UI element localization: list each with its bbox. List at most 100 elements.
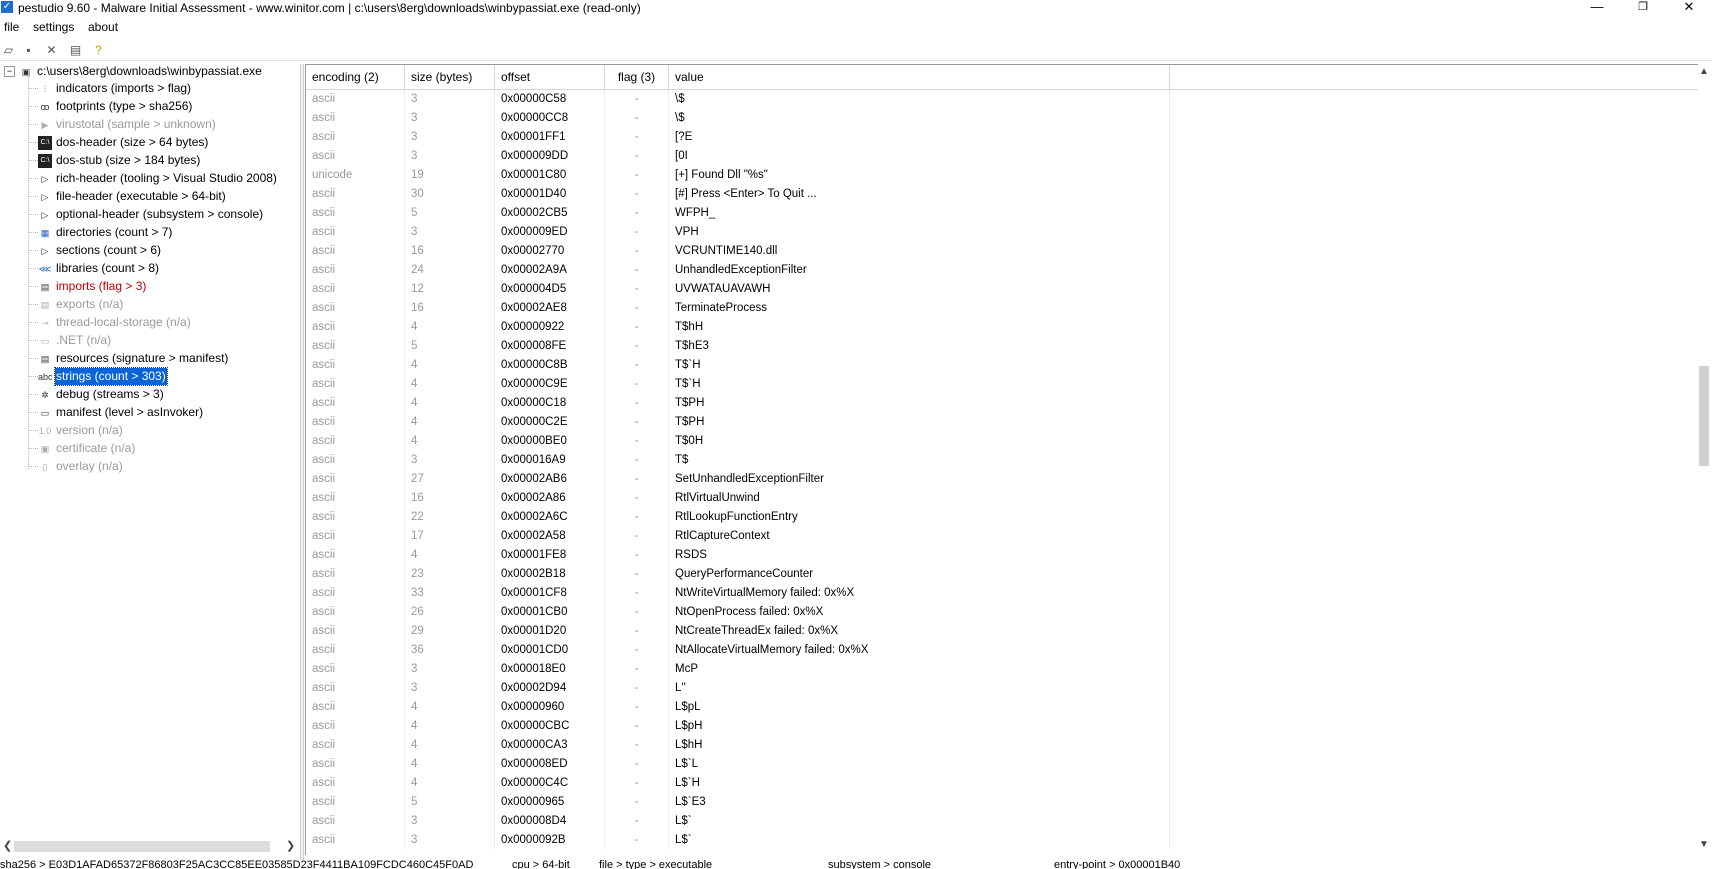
collapse-icon[interactable]: − bbox=[4, 66, 15, 78]
cell-flag: - bbox=[605, 261, 669, 280]
column-value[interactable]: value bbox=[669, 65, 1170, 89]
tree-item[interactable]: ▤ resources (signature > manifest) bbox=[28, 350, 229, 367]
tree-item[interactable]: abc strings (count > 303) bbox=[28, 367, 168, 386]
tree-item[interactable]: ▭ manifest (level > asInvoker) bbox=[28, 404, 204, 421]
table-row[interactable]: ascii 3 0x00000C58- \$ bbox=[306, 90, 1698, 109]
column-flag[interactable]: flag (3) bbox=[605, 65, 669, 89]
table-vertical-scrollbar[interactable]: ▲ ▼ bbox=[1696, 64, 1712, 854]
table-row[interactable]: ascii 36 0x00001CD0- NtAllocateVirtualMemor… bbox=[306, 641, 1698, 660]
tree-item[interactable]: ▷ sections (count > 6) bbox=[28, 242, 162, 259]
tree-item[interactable]: ▷ rich-header (tooling > Visual Studio 20… bbox=[28, 170, 278, 187]
tree-root[interactable]: − ▣ c:\users\8erg\downloads\winbypassiat.e… bbox=[4, 64, 263, 80]
column-size[interactable]: size (bytes) bbox=[405, 65, 495, 89]
restore-button[interactable]: ❐ bbox=[1620, 0, 1666, 16]
table-row[interactable]: ascii 5 0x00000965- L$`E3 bbox=[306, 793, 1698, 812]
table-row[interactable]: ascii 4 0x00000960- L$pL bbox=[306, 698, 1698, 717]
tree-item[interactable]: ▭ .NET (n/a) bbox=[28, 332, 112, 349]
tree-item[interactable]: ▶ virustotal (sample > unknown) bbox=[28, 116, 217, 133]
export-icon[interactable]: ▤ bbox=[68, 43, 83, 58]
table-row[interactable]: ascii 3 0x000008D4- L$` bbox=[306, 812, 1698, 831]
table-row[interactable]: ascii 4 0x00000C18- T$PH bbox=[306, 394, 1698, 413]
panel-splitter[interactable] bbox=[300, 64, 304, 860]
tree-item[interactable]: C:\ dos-header (size > 64 bytes) bbox=[28, 134, 209, 151]
menu-about[interactable]: about bbox=[88, 20, 118, 34]
table-row[interactable]: ascii 22 0x00002A6C - RtlLookupFunctionEntry bbox=[306, 508, 1698, 527]
tree-item[interactable]: ▤ exports (n/a) bbox=[28, 296, 124, 313]
table-row[interactable]: ascii 4 0x00000C2E - T$PH bbox=[306, 413, 1698, 432]
scrollbar-thumb[interactable] bbox=[14, 841, 270, 852]
table-row[interactable]: ascii 4 0x00000922- T$hH bbox=[306, 318, 1698, 337]
save-icon[interactable]: ▪ bbox=[21, 43, 36, 58]
cell-flag: - bbox=[605, 679, 669, 698]
tree-item[interactable]: ꝏ footprints (type > sha256) bbox=[28, 98, 193, 115]
column-encoding[interactable]: encoding (2) bbox=[306, 65, 405, 89]
expand-icon[interactable]: ▷ bbox=[38, 208, 52, 222]
scroll-left-icon[interactable]: ❮ bbox=[3, 839, 12, 852]
table-row[interactable]: ascii 12 0x000004D5- UVWATAUAVAWH bbox=[306, 280, 1698, 299]
menu-file[interactable]: file bbox=[4, 20, 19, 34]
table-row[interactable]: ascii 4 0x00000C8B - T$`H bbox=[306, 356, 1698, 375]
table-row[interactable]: ascii 26 0x00001CB0- NtOpenProcess failed: … bbox=[306, 603, 1698, 622]
scroll-right-icon[interactable]: ❯ bbox=[286, 839, 295, 852]
table-row[interactable]: ascii 16 0x00002770- VCRUNTIME140.dll bbox=[306, 242, 1698, 261]
table-row[interactable]: ascii 24 0x00002A9A - UnhandledExceptionFilt… bbox=[306, 261, 1698, 280]
expand-icon[interactable]: ▷ bbox=[38, 190, 52, 204]
cell-offset: 0x000009DD bbox=[495, 147, 605, 166]
table-row[interactable]: ascii 4 0x00001FE8- RSDS bbox=[306, 546, 1698, 565]
table-row[interactable]: ascii 17 0x00002A58- RtlCaptureContext bbox=[306, 527, 1698, 546]
menu-settings[interactable]: settings bbox=[33, 20, 74, 34]
table-row[interactable]: ascii 3 0x000018E0- McP bbox=[306, 660, 1698, 679]
scroll-up-icon[interactable]: ▲ bbox=[1699, 66, 1709, 77]
table-row[interactable]: ascii 33 0x00001CF8- NtWriteVirtualMemory f… bbox=[306, 584, 1698, 603]
tree-item[interactable]: 1.0 version (n/a) bbox=[28, 422, 124, 439]
table-row[interactable]: ascii 30 0x00001D40- [#] Press <Enter> To Q… bbox=[306, 185, 1698, 204]
expand-icon[interactable]: ▷ bbox=[38, 172, 52, 186]
table-row[interactable]: ascii 27 0x00002AB6- SetUnhandledExceptionF… bbox=[306, 470, 1698, 489]
table-row[interactable]: ascii 4 0x00000CBC - L$pH bbox=[306, 717, 1698, 736]
close-file-icon[interactable]: ✕ bbox=[44, 43, 59, 58]
tree-item[interactable]: ▷ optional-header (subsystem > console) bbox=[28, 206, 264, 223]
table-row[interactable]: ascii 4 0x00000C9E - T$`H bbox=[306, 375, 1698, 394]
tree-item[interactable]: ▦ directories (count > 7) bbox=[28, 224, 173, 241]
table-row[interactable]: ascii 3 0x00001FF1- [?E bbox=[306, 128, 1698, 147]
table-row[interactable]: ascii 4 0x000008ED - L$`L bbox=[306, 755, 1698, 774]
tree-horizontal-scrollbar[interactable]: ❮ ❯ bbox=[0, 838, 300, 855]
minimize-button[interactable]: — bbox=[1574, 0, 1620, 16]
tree-item-label: directories (count > 7) bbox=[56, 225, 173, 239]
table-row[interactable]: ascii 23 0x00002B18- QueryPerformanceCounte… bbox=[306, 565, 1698, 584]
tree-item[interactable]: ▯ overlay (n/a) bbox=[28, 458, 124, 475]
tree-item[interactable]: ⊸ thread-local-storage (n/a) bbox=[28, 314, 192, 331]
table-row[interactable]: ascii 4 0x00000C4C - L$`H bbox=[306, 774, 1698, 793]
table-row[interactable]: ascii 3 0x000016A9- T$ bbox=[306, 451, 1698, 470]
table-row[interactable]: ascii 3 0x0000092B - L$` bbox=[306, 831, 1698, 850]
tree-item[interactable]: ✲ debug (streams > 3) bbox=[28, 386, 165, 403]
open-icon[interactable]: ▱ bbox=[1, 43, 16, 58]
table-row[interactable]: ascii 16 0x00002AE8- TerminateProcess bbox=[306, 299, 1698, 318]
table-row[interactable]: ascii 16 0x00002A86- RtlVirtualUnwind bbox=[306, 489, 1698, 508]
expand-icon[interactable]: ▷ bbox=[38, 244, 52, 258]
tree-item[interactable]: ▷ file-header (executable > 64-bit) bbox=[28, 188, 227, 205]
tree-item[interactable]: ▣ certificate (n/a) bbox=[28, 440, 136, 457]
table-row[interactable]: ascii 3 0x000009ED - VPH bbox=[306, 223, 1698, 242]
scroll-down-icon[interactable]: ▼ bbox=[1699, 839, 1709, 850]
table-row[interactable]: ascii 4 0x00000BE0- T$0H bbox=[306, 432, 1698, 451]
table-row[interactable]: ascii 4 0x00000CA3- L$hH bbox=[306, 736, 1698, 755]
tree-connector bbox=[28, 304, 38, 306]
table-row[interactable]: ascii 3 0x00002D94- L'' bbox=[306, 679, 1698, 698]
table-row[interactable]: ascii 3 0x000009DD - [0I bbox=[306, 147, 1698, 166]
help-icon[interactable]: ? bbox=[91, 43, 106, 58]
cell-offset: 0x00001FE8 bbox=[495, 546, 605, 565]
tree-item[interactable]: ▤ imports (flag > 3) bbox=[28, 278, 147, 295]
table-row[interactable]: ascii 3 0x00000CC8- \$ bbox=[306, 109, 1698, 128]
tree-item[interactable]: C:\ dos-stub (size > 184 bytes) bbox=[28, 152, 201, 169]
table-row[interactable]: ascii 5 0x00002CB5- WFPH_ bbox=[306, 204, 1698, 223]
tree-item[interactable]: ⫶ indicators (imports > flag) bbox=[28, 80, 192, 97]
cell-value: RtlVirtualUnwind bbox=[669, 489, 1170, 508]
table-row[interactable]: ascii 5 0x000008FE - T$hE3 bbox=[306, 337, 1698, 356]
table-row[interactable]: ascii 29 0x00001D20- NtCreateThreadEx faile… bbox=[306, 622, 1698, 641]
scrollbar-thumb[interactable] bbox=[1699, 366, 1709, 466]
column-offset[interactable]: offset bbox=[495, 65, 605, 89]
table-row[interactable]: unicode 19 0x00001C80- [+] Found Dll "%s" bbox=[306, 166, 1698, 185]
tree-item[interactable]: ⋘ libraries (count > 8) bbox=[28, 260, 160, 277]
close-button[interactable]: ✕ bbox=[1666, 0, 1712, 16]
